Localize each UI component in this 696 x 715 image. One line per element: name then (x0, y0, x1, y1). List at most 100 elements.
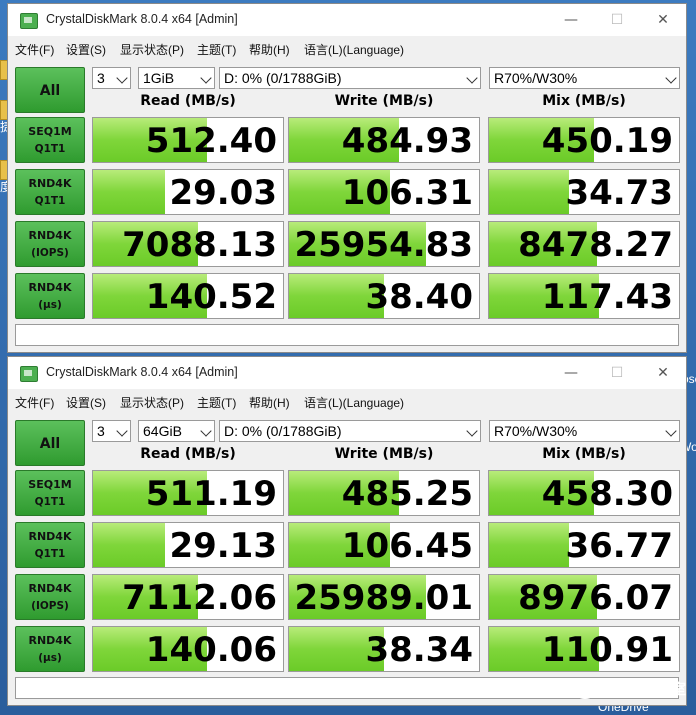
test-label: SEQ1M (28, 125, 72, 138)
maximize-button[interactable]: ☐ (594, 8, 640, 32)
chevron-down-icon (200, 72, 212, 84)
result-value: 7112.06 (122, 578, 277, 618)
all-button[interactable]: All (15, 67, 85, 113)
result-value: 450.19 (541, 121, 673, 161)
menu-settings[interactable]: 设置(S) (66, 394, 106, 411)
write-result-cell: 106.45 (288, 522, 480, 568)
test-button[interactable]: RND4K Q1T1 (15, 169, 85, 215)
result-value: 458.30 (541, 474, 673, 514)
result-value: 25989.01 (294, 578, 473, 618)
mix-result-cell: 110.91 (488, 626, 680, 672)
menu-file[interactable]: 文件(F) (15, 394, 54, 411)
drive-select[interactable]: D: 0% (0/1788GiB) (219, 67, 481, 89)
wechat-icon (574, 681, 596, 699)
count-select[interactable]: 3 (92, 67, 131, 89)
test-button[interactable]: RND4K Q1T1 (15, 522, 85, 568)
read-result-cell: 29.03 (92, 169, 284, 215)
menu-help[interactable]: 帮助(H) (249, 41, 290, 58)
test-label: RND4K (28, 281, 72, 294)
minimize-button[interactable]: — (548, 361, 594, 385)
test-label: RND4K (28, 582, 72, 595)
test-sublabel: Q1T1 (34, 143, 66, 155)
result-value: 140.06 (145, 630, 277, 670)
read-result-cell: 140.06 (92, 626, 284, 672)
test-button[interactable]: SEQ1M Q1T1 (15, 470, 85, 516)
window-title: CrystalDiskMark 8.0.4 x64 [Admin] (46, 365, 238, 379)
minimize-button[interactable]: — (548, 8, 594, 32)
mix-ratio-select[interactable]: R70%/W30% (489, 420, 680, 442)
count-select[interactable]: 3 (92, 420, 131, 442)
test-button[interactable]: RND4K (IOPS) (15, 221, 85, 267)
test-button[interactable]: RND4K (IOPS) (15, 574, 85, 620)
menu-language[interactable]: 语言(L)(Language) (304, 41, 404, 58)
all-button[interactable]: All (15, 420, 85, 466)
benchmark-panel: All 3 1GiB D: 0% (0/1788GiB) R70%/W30% R… (8, 60, 686, 352)
chevron-down-icon (466, 425, 478, 437)
write-result-cell: 484.93 (288, 117, 480, 163)
menu-theme[interactable]: 主题(T) (197, 41, 236, 58)
close-button[interactable]: ✕ (640, 8, 686, 32)
test-sublabel: Q1T1 (34, 496, 66, 508)
test-sublabel: (μs) (38, 299, 62, 311)
title-bar[interactable]: CrystalDiskMark 8.0.4 x64 [Admin] — ☐ ✕ (8, 357, 686, 389)
chevron-down-icon (200, 425, 212, 437)
test-button[interactable]: RND4K (μs) (15, 273, 85, 319)
result-value: 106.31 (341, 173, 473, 213)
mix-ratio-select[interactable]: R70%/W30% (489, 67, 680, 89)
watermark-text: 电脑吧评测室 (602, 682, 686, 698)
mix-result-cell: 458.30 (488, 470, 680, 516)
maximize-button[interactable]: ☐ (594, 361, 640, 385)
mix-result-cell: 8976.07 (488, 574, 680, 620)
test-label: RND4K (28, 229, 72, 242)
result-value: 140.52 (145, 277, 277, 317)
test-label: RND4K (28, 634, 72, 647)
test-button[interactable]: SEQ1M Q1T1 (15, 117, 85, 163)
menu-help[interactable]: 帮助(H) (249, 394, 290, 411)
result-bar (93, 170, 166, 214)
test-button[interactable]: RND4K (μs) (15, 626, 85, 672)
menu-view[interactable]: 显示状态(P) (120, 41, 184, 58)
menu-settings[interactable]: 设置(S) (66, 41, 106, 58)
size-value: 1GiB (143, 70, 175, 86)
test-sublabel: (IOPS) (31, 247, 69, 259)
mix-result-cell: 34.73 (488, 169, 680, 215)
write-header: Write (MB/s) (334, 93, 434, 109)
menu-view[interactable]: 显示状态(P) (120, 394, 184, 411)
chevron-down-icon (466, 72, 478, 84)
mix-result-cell: 36.77 (488, 522, 680, 568)
menu-file[interactable]: 文件(F) (15, 41, 54, 58)
mix-ratio-value: R70%/W30% (494, 70, 578, 86)
drive-value: D: 0% (0/1788GiB) (224, 70, 342, 86)
read-result-cell: 511.19 (92, 470, 284, 516)
result-value: 484.93 (341, 121, 473, 161)
chevron-down-icon (665, 425, 677, 437)
result-value: 8478.27 (518, 225, 673, 265)
read-result-cell: 29.13 (92, 522, 284, 568)
write-result-cell: 38.34 (288, 626, 480, 672)
result-value: 29.03 (169, 173, 277, 213)
size-select[interactable]: 64GiB (138, 420, 215, 442)
result-bar (93, 523, 166, 567)
crystaldiskmark-window: CrystalDiskMark 8.0.4 x64 [Admin] — ☐ ✕ … (7, 3, 687, 353)
title-bar[interactable]: CrystalDiskMark 8.0.4 x64 [Admin] — ☐ ✕ (8, 4, 686, 36)
result-value: 511.19 (145, 474, 277, 514)
drive-select[interactable]: D: 0% (0/1788GiB) (219, 420, 481, 442)
test-label: RND4K (28, 530, 72, 543)
comment-field[interactable] (15, 324, 679, 346)
read-result-cell: 7112.06 (92, 574, 284, 620)
close-button[interactable]: ✕ (640, 361, 686, 385)
menu-theme[interactable]: 主题(T) (197, 394, 236, 411)
write-result-cell: 25954.83 (288, 221, 480, 267)
size-select[interactable]: 1GiB (138, 67, 215, 89)
app-icon (20, 13, 38, 29)
app-icon (20, 366, 38, 382)
menu-bar: 文件(F) 设置(S) 显示状态(P) 主题(T) 帮助(H) 语言(L)(La… (8, 36, 686, 60)
drive-value: D: 0% (0/1788GiB) (224, 423, 342, 439)
mix-result-cell: 8478.27 (488, 221, 680, 267)
read-result-cell: 140.52 (92, 273, 284, 319)
result-value: 34.73 (565, 173, 673, 213)
result-value: 117.43 (541, 277, 673, 317)
test-label: RND4K (28, 177, 72, 190)
menu-language[interactable]: 语言(L)(Language) (304, 394, 404, 411)
result-value: 110.91 (541, 630, 673, 670)
